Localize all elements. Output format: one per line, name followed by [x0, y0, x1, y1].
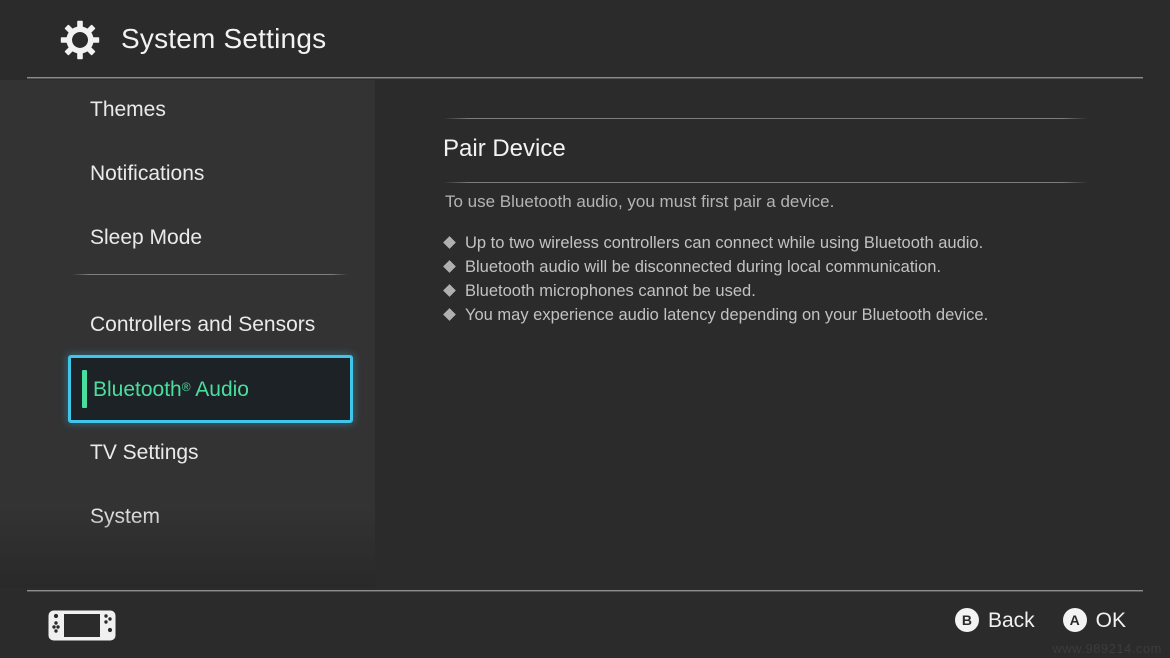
button-prompt-back[interactable]: B Back — [954, 608, 1035, 632]
sidebar-item-themes[interactable]: Themes — [0, 80, 375, 141]
header-divider — [27, 77, 1143, 79]
sidebar-divider — [72, 274, 348, 275]
nintendo-switch-console-icon — [48, 610, 116, 641]
page-title: System Settings — [121, 23, 327, 54]
sidebar-item-label: Notifications — [90, 161, 205, 185]
app-header: System Settings — [0, 0, 1170, 79]
button-prompt-label: OK — [1095, 608, 1126, 632]
diamond-bullet-icon — [443, 236, 456, 249]
diamond-bullet-icon — [443, 260, 456, 273]
list-item: Bluetooth microphones cannot be used. — [443, 280, 1145, 304]
sidebar-item-label: Themes — [90, 97, 166, 121]
content-bottom-divider — [443, 182, 1088, 183]
sidebar-item-label: Sleep Mode — [90, 225, 203, 249]
button-prompt-label: Back — [987, 608, 1035, 632]
sidebar-item-bluetooth-audio[interactable]: Bluetooth® Audio — [68, 355, 353, 423]
list-item: Bluetooth audio will be disconnected dur… — [443, 256, 1145, 280]
registered-trademark-symbol: ® — [181, 379, 191, 394]
sidebar-item-label: Controllers and Sensors — [90, 312, 316, 336]
note-text: Bluetooth audio will be disconnected dur… — [465, 258, 942, 276]
section-heading: Pair Device — [443, 135, 566, 162]
sidebar-item-label: TV Settings — [90, 440, 199, 464]
gear-icon — [60, 20, 100, 60]
button-prompt-ok[interactable]: A OK — [1062, 608, 1126, 632]
main-content-panel: Pair Device To use Bluetooth audio, you … — [375, 80, 1170, 588]
sidebar-item-label: System — [90, 504, 161, 528]
watermark: www.989214.com — [1052, 641, 1162, 656]
sidebar-item-controllers-and-sensors[interactable]: Controllers and Sensors — [0, 292, 375, 356]
note-text: Bluetooth microphones cannot be used. — [465, 282, 756, 300]
sidebar-item-sleep-mode[interactable]: Sleep Mode — [0, 205, 375, 269]
content-top-divider — [443, 118, 1088, 119]
diamond-bullet-icon — [443, 284, 456, 297]
sidebar-item-tv-settings[interactable]: TV Settings — [0, 420, 375, 484]
a-button-icon: A — [1062, 608, 1087, 632]
diamond-bullet-icon — [443, 308, 456, 321]
b-button-icon: B — [954, 608, 979, 632]
sidebar-item-notifications[interactable]: Notifications — [0, 141, 375, 205]
note-text: You may experience audio latency dependi… — [465, 306, 989, 324]
button-prompts: B Back A OK — [954, 608, 1126, 632]
section-description: To use Bluetooth audio, you must first p… — [445, 192, 835, 211]
settings-sidebar[interactable]: Themes Notifications Sleep Mode Controll… — [0, 80, 375, 588]
list-item: You may experience audio latency dependi… — [443, 304, 1145, 328]
sidebar-item-system[interactable]: System — [0, 484, 375, 548]
list-item: Up to two wireless controllers can conne… — [443, 232, 1145, 256]
selection-accent-bar — [82, 370, 87, 408]
note-text: Up to two wireless controllers can conne… — [465, 234, 984, 252]
sidebar-item-label: Bluetooth® Audio — [93, 377, 249, 401]
system-settings-screen: System Settings Themes Notifications Sle… — [0, 0, 1170, 658]
notes-list: Up to two wireless controllers can conne… — [443, 232, 1145, 328]
